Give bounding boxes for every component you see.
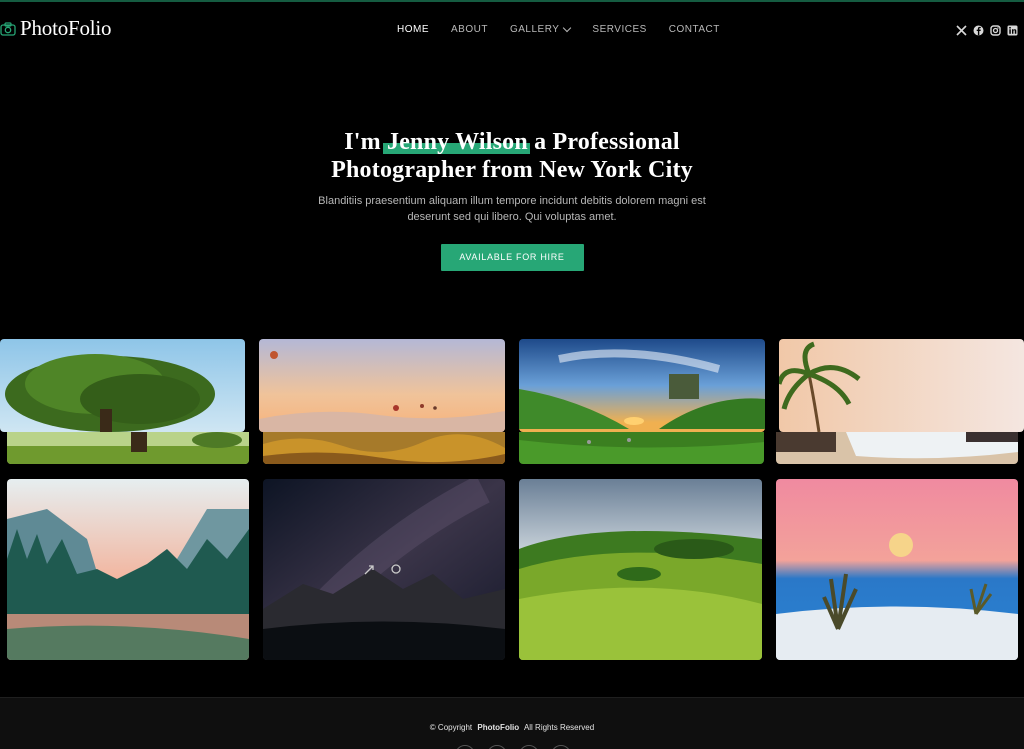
nav-gallery-label: GALLERY	[509, 24, 560, 35]
gallery-strip-green-valley-sunset	[519, 432, 764, 464]
copyright: © Copyright PhotoFolio All Rights Reserv…	[0, 723, 1024, 732]
facebook-icon[interactable]	[973, 23, 984, 36]
available-for-hire-button[interactable]: AVAILABLE FOR HIRE	[440, 244, 584, 271]
hero-title-suffix: a Professional	[534, 129, 680, 155]
hero-title-prefix: I'm	[344, 129, 381, 155]
site-header: PhotoFolio HOME ABOUT GALLERY SERVICES C…	[0, 2, 1024, 56]
instagram-icon[interactable]	[990, 23, 1001, 36]
hero-title-line2: Photographer from New York City	[331, 157, 693, 183]
hero-title-name: Jenny Wilson	[383, 129, 530, 155]
social-links	[956, 23, 1018, 36]
gallery-strip-palm-beach	[776, 432, 1018, 464]
copyright-prefix: © Copyright	[429, 723, 473, 732]
nav-gallery[interactable]: GALLERY	[509, 23, 572, 35]
nav-contact[interactable]: CONTACT	[669, 24, 720, 35]
main-nav: HOME ABOUT GALLERY SERVICES CONTACT	[397, 23, 720, 35]
chevron-down-icon	[563, 23, 572, 33]
copyright-brand: PhotoFolio	[477, 723, 520, 732]
footer-linkedin-icon[interactable]	[551, 745, 571, 749]
hero-section: I'm Jenny Wilson a Professional Photogra…	[0, 128, 1024, 271]
gallery-item-milky-way-mountains[interactable]	[263, 479, 505, 660]
nav-home[interactable]: HOME	[397, 24, 429, 35]
gallery-item-palm-beach[interactable]	[779, 339, 1024, 432]
hero-description: Blanditiis praesentium aliquam illum tem…	[318, 195, 706, 223]
site-footer: © Copyright PhotoFolio All Rights Reserv…	[0, 697, 1024, 749]
gallery-item-hot-air-balloons[interactable]	[259, 339, 505, 432]
gallery-item-oak-tree[interactable]	[0, 339, 245, 432]
footer-x-icon[interactable]	[455, 745, 475, 749]
gallery-item-green-valley-sunset[interactable]	[519, 339, 765, 432]
footer-facebook-icon[interactable]	[487, 745, 507, 749]
x-icon[interactable]	[956, 23, 967, 36]
gallery-item-moonrise-desert[interactable]	[776, 479, 1018, 660]
logo[interactable]: PhotoFolio	[0, 16, 112, 41]
gallery-item-green-hills[interactable]	[519, 479, 762, 660]
copyright-suffix: All Rights Reserved	[523, 723, 595, 732]
footer-social-links	[455, 745, 571, 749]
gallery-item-misty-forest-river[interactable]	[7, 479, 249, 660]
footer-instagram-icon[interactable]	[519, 745, 539, 749]
brand-name: PhotoFolio	[20, 16, 112, 40]
gallery-strip-hot-air-balloons	[263, 432, 505, 464]
hero-title: I'm Jenny Wilson a Professional Photogra…	[0, 128, 1024, 184]
camera-icon	[0, 21, 16, 36]
nav-services[interactable]: SERVICES	[592, 24, 646, 35]
gallery-strip-oak-tree	[7, 432, 249, 464]
linkedin-icon[interactable]	[1007, 23, 1018, 36]
nav-about[interactable]: ABOUT	[451, 24, 488, 35]
